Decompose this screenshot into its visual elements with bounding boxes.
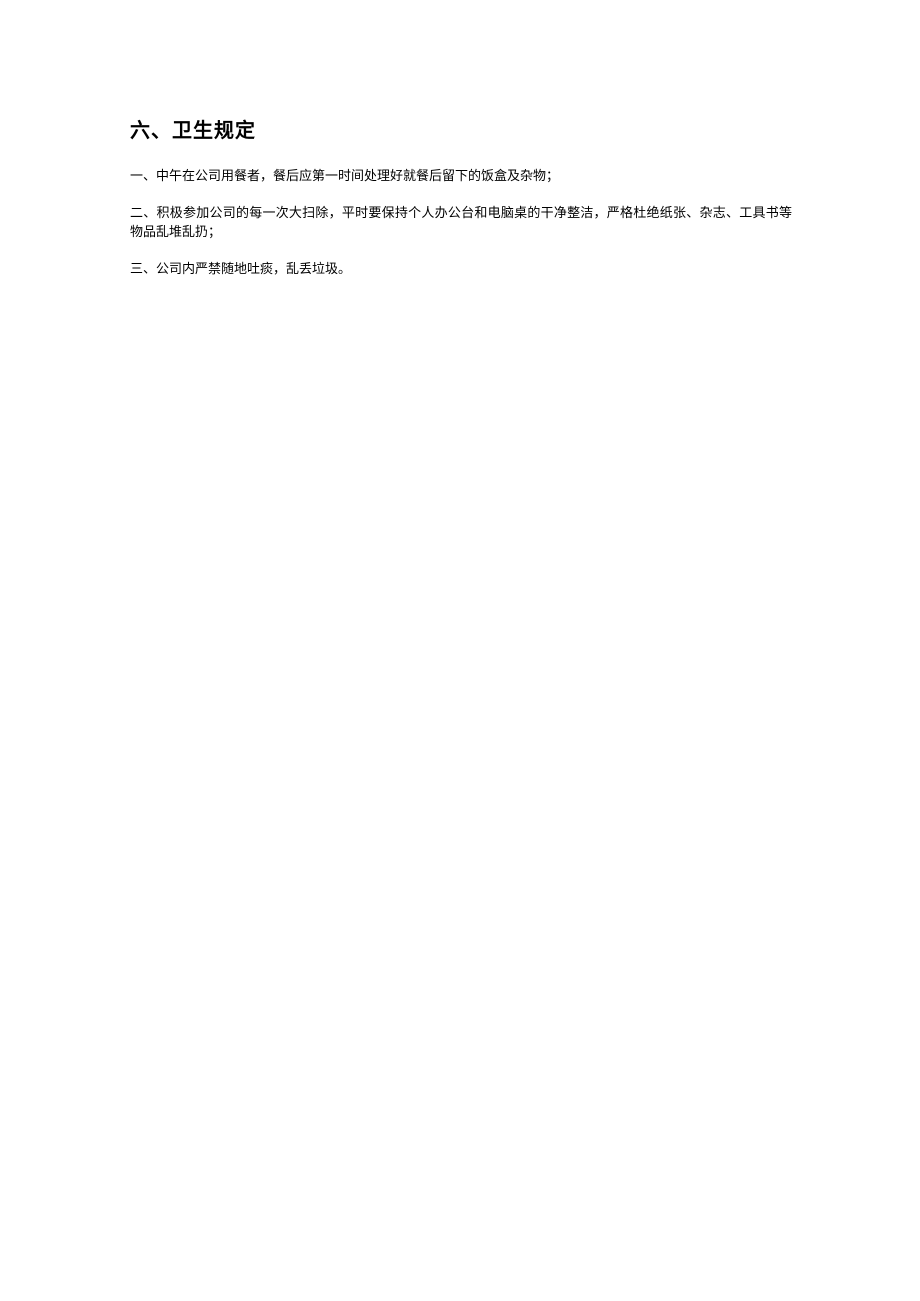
paragraph-item: 二、积极参加公司的每一次大扫除，平时要保持个人办公台和电脑桌的干净整洁，严格杜绝…: [130, 204, 792, 242]
paragraph-item: 一、中午在公司用餐者，餐后应第一时间处理好就餐后留下的饭盒及杂物；: [130, 167, 792, 186]
paragraph-item: 三、公司内严禁随地吐痰，乱丢垃圾。: [130, 260, 792, 279]
section-heading: 六、卫生规定: [130, 114, 792, 143]
